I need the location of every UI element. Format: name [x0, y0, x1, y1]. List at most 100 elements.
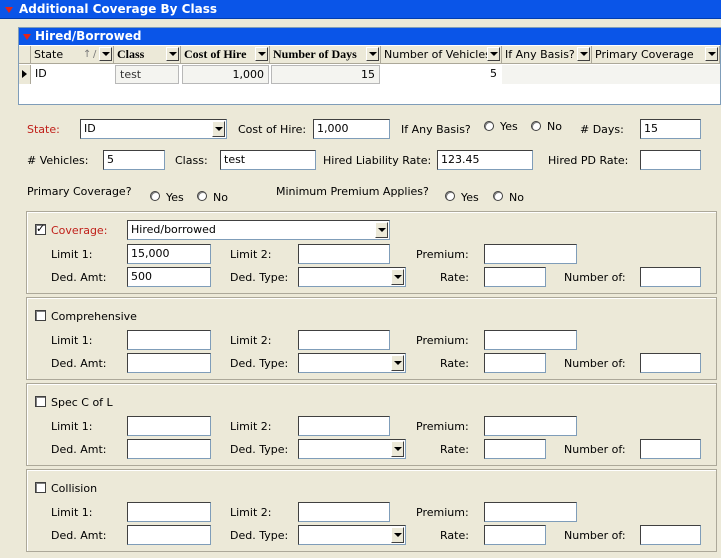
chevron-down-icon[interactable]	[391, 441, 404, 457]
cell-class[interactable]: test	[115, 65, 179, 84]
collapse-triangle-icon[interactable]	[5, 7, 13, 13]
number-of-input[interactable]	[640, 439, 701, 459]
primary-coverage-no-radio[interactable]	[197, 191, 207, 201]
ded-amt-input[interactable]	[127, 439, 211, 459]
column-header-number-of-days[interactable]: Number of Days	[270, 46, 381, 64]
hired-pd-rate-input[interactable]	[640, 150, 701, 170]
hired-liability-rate-input[interactable]: 123.45	[437, 150, 533, 170]
chevron-down-icon[interactable]	[255, 47, 268, 61]
coverage-checkbox[interactable]	[35, 222, 46, 235]
chevron-down-icon[interactable]	[577, 47, 590, 61]
days-input[interactable]: 15	[640, 119, 701, 139]
limit1-input[interactable]	[127, 330, 211, 350]
column-header-cost-of-hire[interactable]: Cost of Hire	[181, 46, 270, 64]
primary-coverage-yes-radio[interactable]	[150, 191, 160, 201]
chevron-down-icon[interactable]	[391, 269, 404, 285]
collision-checkbox[interactable]	[35, 482, 46, 493]
chevron-down-icon[interactable]	[212, 121, 225, 137]
cell-if-any-basis[interactable]	[502, 65, 592, 84]
ded-amt-label: Ded. Amt:	[51, 357, 107, 370]
cost-of-hire-input[interactable]: 1,000	[313, 119, 390, 139]
ded-amt-label: Ded. Amt:	[51, 443, 107, 456]
limit2-input[interactable]	[298, 244, 390, 264]
if-any-basis-yes-radio[interactable]	[484, 121, 494, 131]
rate-input[interactable]	[484, 353, 546, 373]
state-select[interactable]: ID	[80, 119, 227, 139]
minimum-premium-no-radio[interactable]	[493, 191, 503, 201]
vehicles-label: # Vehicles:	[27, 154, 89, 167]
rate-input[interactable]	[484, 267, 546, 287]
cell-cost-of-hire[interactable]: 1,000	[182, 65, 269, 84]
premium-input[interactable]	[484, 416, 577, 436]
coverage-type-value: Hired/borrowed	[131, 223, 216, 236]
limit1-input[interactable]	[127, 416, 211, 436]
number-of-input[interactable]	[640, 353, 701, 373]
chevron-down-icon[interactable]	[366, 47, 379, 61]
chevron-down-icon[interactable]	[487, 47, 500, 61]
ded-type-select[interactable]	[298, 267, 406, 287]
number-of-label: Number of:	[564, 271, 626, 284]
if-any-basis-no-radio[interactable]	[531, 121, 541, 131]
spec-c-of-l-checkbox[interactable]	[35, 396, 46, 407]
class-input[interactable]: test	[220, 150, 316, 170]
limit2-input[interactable]	[298, 416, 390, 436]
ded-type-label: Ded. Type:	[230, 357, 289, 370]
state-label: State:	[27, 123, 60, 136]
premium-input[interactable]	[484, 502, 577, 522]
chevron-down-icon[interactable]	[166, 47, 179, 61]
cell-number-of-vehicles[interactable]: 5	[381, 65, 501, 84]
premium-label: Premium:	[416, 506, 469, 519]
coverage-label: Coverage:	[51, 224, 108, 237]
chevron-down-icon[interactable]	[375, 222, 388, 238]
window-title-bar[interactable]: Additional Coverage By Class	[0, 0, 721, 19]
number-of-input[interactable]	[640, 267, 701, 287]
chevron-down-icon[interactable]	[391, 527, 404, 543]
collision-label: Collision	[51, 482, 98, 495]
if-any-basis-label: If Any Basis?	[401, 123, 471, 136]
ded-type-select[interactable]	[298, 353, 406, 373]
column-header-primary-coverage[interactable]: Primary Coverage	[592, 46, 720, 64]
number-of-input[interactable]	[640, 525, 701, 545]
limit2-input[interactable]	[298, 502, 390, 522]
minimum-premium-yes-radio[interactable]	[445, 191, 455, 201]
state-select-value: ID	[84, 122, 96, 135]
chevron-down-icon[interactable]	[391, 355, 404, 371]
number-of-label: Number of:	[564, 357, 626, 370]
grid-title-bar[interactable]: Hired/Borrowed	[19, 28, 721, 45]
limit1-input[interactable]: 15,000	[127, 244, 211, 264]
ded-type-select[interactable]	[298, 439, 406, 459]
ded-amt-input[interactable]	[127, 525, 211, 545]
rate-input[interactable]	[484, 525, 546, 545]
column-header-label: Cost of Hire	[184, 47, 247, 61]
primary-coverage-label: Primary Coverage?	[27, 185, 132, 198]
chevron-down-icon[interactable]	[99, 47, 112, 61]
chevron-down-icon[interactable]	[705, 47, 718, 61]
rate-input[interactable]	[484, 439, 546, 459]
column-header-class[interactable]: Class	[114, 46, 181, 64]
coverage-type-select[interactable]: Hired/borrowed	[127, 220, 390, 240]
cell-number-of-days[interactable]: 15	[271, 65, 380, 84]
vehicles-input[interactable]: 5	[103, 150, 165, 170]
cell-state[interactable]: ID	[31, 65, 113, 84]
if-any-basis-yes-label: Yes	[500, 120, 518, 133]
limit2-label: Limit 2:	[230, 248, 272, 261]
number-of-label: Number of:	[564, 529, 626, 542]
column-header-state[interactable]: State ↑ /	[31, 46, 114, 64]
limit1-label: Limit 1:	[51, 334, 93, 347]
ded-amt-input[interactable]: 500	[127, 267, 211, 287]
collapse-triangle-icon[interactable]	[23, 34, 31, 40]
column-header-label: Class	[117, 47, 145, 61]
cell-primary-coverage[interactable]	[592, 65, 720, 84]
column-header-if-any-basis[interactable]: If Any Basis?	[502, 46, 592, 64]
column-header-label: Number of Days	[273, 47, 357, 61]
limit2-input[interactable]	[298, 330, 390, 350]
comprehensive-checkbox[interactable]	[35, 310, 46, 321]
ded-type-select[interactable]	[298, 525, 406, 545]
limit1-input[interactable]	[127, 502, 211, 522]
premium-input[interactable]	[484, 244, 577, 264]
ded-type-label: Ded. Type:	[230, 529, 289, 542]
column-header-number-of-vehicles[interactable]: Number of Vehicles	[381, 46, 502, 64]
row-selector-arrow-icon[interactable]	[19, 65, 31, 84]
premium-input[interactable]	[484, 330, 577, 350]
ded-amt-input[interactable]	[127, 353, 211, 373]
